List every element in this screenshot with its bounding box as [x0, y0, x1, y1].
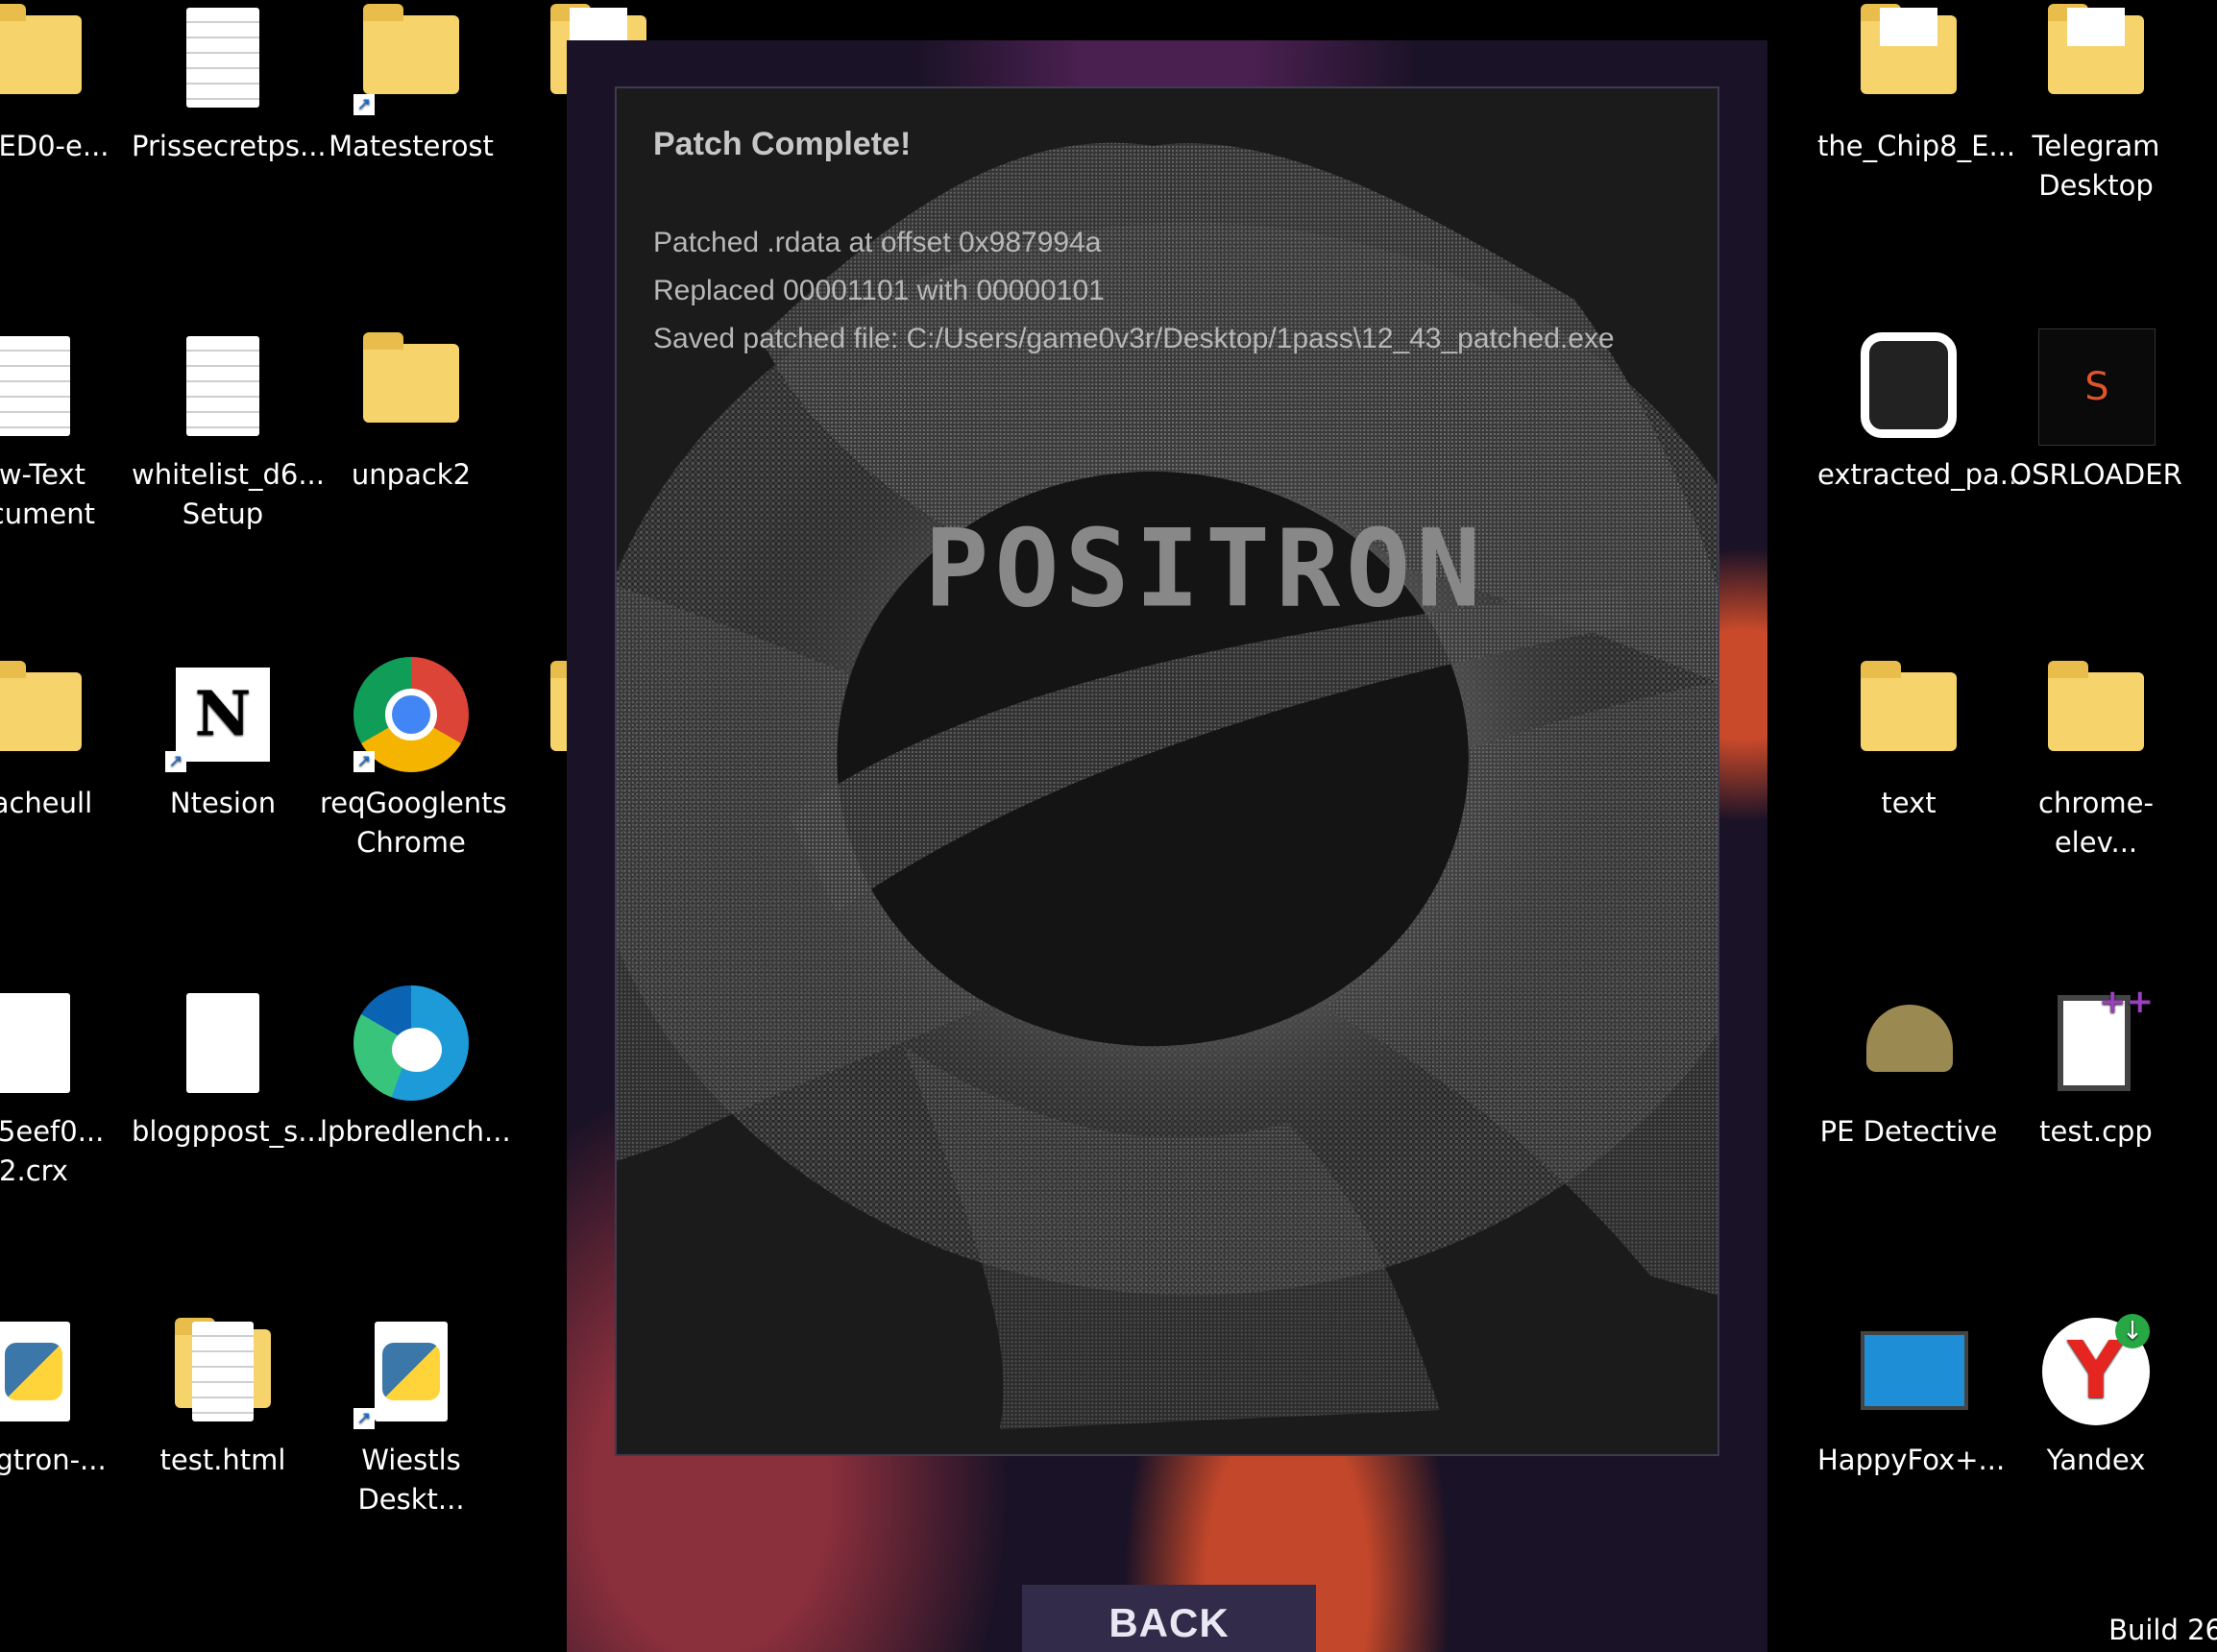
desktop-icon-label: Wiestls Deskt...	[357, 1444, 465, 1516]
desktop-icon[interactable]: ew-Text ocument	[0, 328, 125, 534]
desktop-icon[interactable]: N ↗ Ntesion	[132, 657, 314, 823]
detective-hat-icon	[1851, 985, 1966, 1101]
folder-icon	[0, 0, 91, 115]
folder-icon	[2038, 0, 2154, 115]
folder-icon	[353, 328, 469, 444]
crx-file-icon	[0, 985, 91, 1101]
download-badge-icon: ↓	[2115, 1314, 2150, 1348]
status-line-replaced: Replaced 00001101 with 00000101	[653, 275, 1105, 306]
yandex-icon: Y ↓	[2038, 1314, 2154, 1429]
shortcut-arrow-icon: ↗	[165, 751, 186, 772]
shortcut-arrow-icon: ↗	[353, 94, 375, 115]
desktop-icon[interactable]: blogppost_s...	[132, 985, 325, 1152]
desktop-icon[interactable]: extracted_pa...	[1817, 328, 2027, 495]
folder-icon: ↗	[353, 0, 469, 115]
desktop-icon-label: Prissecretps...	[132, 130, 327, 162]
cpp-file-icon: ++	[2038, 985, 2154, 1101]
osrloader-icon: S	[2038, 328, 2156, 446]
document-icon	[165, 0, 280, 115]
desktop-icon[interactable]: ↗ reqGooglents Chrome	[320, 657, 507, 862]
desktop-icon-label: test.html	[159, 1444, 286, 1476]
status-title: Patch Complete!	[653, 126, 912, 162]
desktop-icon[interactable]: PE Detective	[1817, 985, 2000, 1152]
desktop-icon-label: HappyFox+...	[1817, 1444, 2006, 1476]
desktop-icon[interactable]: S OSRLOADER	[2005, 328, 2187, 495]
html-file-icon	[165, 1314, 280, 1429]
desktop-icon[interactable]: 2e5eef0... 2.crx	[0, 985, 125, 1191]
windows-build-watermark: Build 26	[2108, 1614, 2217, 1646]
patch-output-panel: POSITRON Patch Complete! Patched .rdata …	[615, 86, 1719, 1456]
desktop-icon[interactable]: the_Chip8_E...	[1817, 0, 2016, 166]
desktop-icon-label: test.cpp	[2039, 1115, 2153, 1148]
desktop-icon-label: extracted_pa...	[1817, 458, 2027, 491]
desktop-icon[interactable]: ↗ Wiestls Deskt...	[320, 1314, 502, 1519]
desktop-icon[interactable]: ++ test.cpp	[2005, 985, 2187, 1152]
desktop-icon-label: Ntesion	[169, 787, 277, 819]
desktop-icon[interactable]: Y ↓ Yandex	[2005, 1314, 2187, 1480]
monitor-disc-icon	[1851, 1314, 1968, 1429]
desktop-icon[interactable]: whitelist_d6... Setup	[132, 328, 325, 534]
desktop-icon[interactable]: Telegram Desktop	[2005, 0, 2187, 206]
chrome-icon: ↗	[353, 657, 469, 772]
desktop-icon[interactable]: t-RED0-e...	[0, 0, 125, 166]
edge-icon	[353, 985, 469, 1101]
desktop-icon-label: 2e5eef0... 2.crx	[0, 1115, 105, 1187]
desktop-icon-label: Yandex	[2046, 1444, 2146, 1476]
desktop-icon[interactable]: lpbredlench...	[320, 985, 511, 1152]
folder-icon	[1851, 0, 1966, 115]
document-icon	[165, 985, 280, 1101]
back-button[interactable]: BACK	[1022, 1585, 1316, 1652]
desktop-icon-label: lpbredlench...	[320, 1115, 511, 1148]
desktop-icon[interactable]: Prissecretps...	[132, 0, 327, 166]
desktop-icon[interactable]: test.html	[132, 1314, 314, 1480]
desktop-icon[interactable]: text	[1817, 657, 2000, 823]
shortcut-arrow-icon: ↗	[353, 751, 375, 772]
shortcut-arrow-icon: ↗	[353, 1408, 375, 1429]
status-line-saved-path: Saved patched file: C:/Users/game0v3r/De…	[653, 323, 1615, 354]
desktop-icon[interactable]: ↗ Matesterost	[320, 0, 502, 166]
folder-icon	[2038, 657, 2154, 772]
desktop-icon-label: ew-Text ocument	[0, 458, 95, 530]
desktop-icon-label: text	[1881, 787, 1937, 819]
desktop-icon-label: reqGooglents Chrome	[320, 787, 507, 859]
python-file-icon: ↗	[353, 1314, 469, 1429]
desktop-icon-label: chrome-elev...	[2038, 787, 2154, 859]
desktop-icon-label: PE Detective	[1819, 1115, 1998, 1148]
folder-icon	[1851, 657, 1966, 772]
zip-folder-icon	[0, 657, 91, 772]
positron-logo-text: POSITRON	[924, 506, 1486, 631]
desktop-icon-label: eacheull	[0, 787, 93, 819]
desktop-icon-label: ougtron-...	[0, 1444, 107, 1476]
desktop-icon-label: Matesterost	[329, 130, 494, 162]
status-line-offset: Patched .rdata at offset 0x987994a	[653, 227, 1102, 258]
patch-status: Patch Complete! Patched .rdata at offset…	[653, 125, 1615, 363]
extracted-file-icon	[1851, 328, 1966, 444]
desktop-icon[interactable]: unpack2	[320, 328, 502, 495]
desktop-icon-label: OSRLOADER	[2010, 458, 2182, 491]
desktop-icon[interactable]: eacheull	[0, 657, 125, 823]
text-document-icon	[0, 328, 91, 444]
positron-app-window: POSITRON Patch Complete! Patched .rdata …	[567, 40, 1767, 1652]
desktop-icon-label: unpack2	[351, 458, 472, 491]
notion-icon: N ↗	[165, 657, 280, 772]
desktop-icon-label: the_Chip8_E...	[1817, 130, 2016, 162]
desktop-icon[interactable]: ougtron-...	[0, 1314, 125, 1480]
desktop-icon-label: t-RED0-e...	[0, 130, 110, 162]
desktop-icon[interactable]: HappyFox+...	[1817, 1314, 2006, 1480]
setup-icon	[165, 328, 280, 444]
desktop-icon-label: blogppost_s...	[132, 1115, 325, 1148]
desktop-icon[interactable]: chrome-elev...	[2005, 657, 2187, 862]
desktop-icon-label: Telegram Desktop	[2032, 130, 2160, 202]
desktop-icon-label: whitelist_d6... Setup	[132, 458, 325, 530]
python-file-icon	[0, 1314, 91, 1429]
